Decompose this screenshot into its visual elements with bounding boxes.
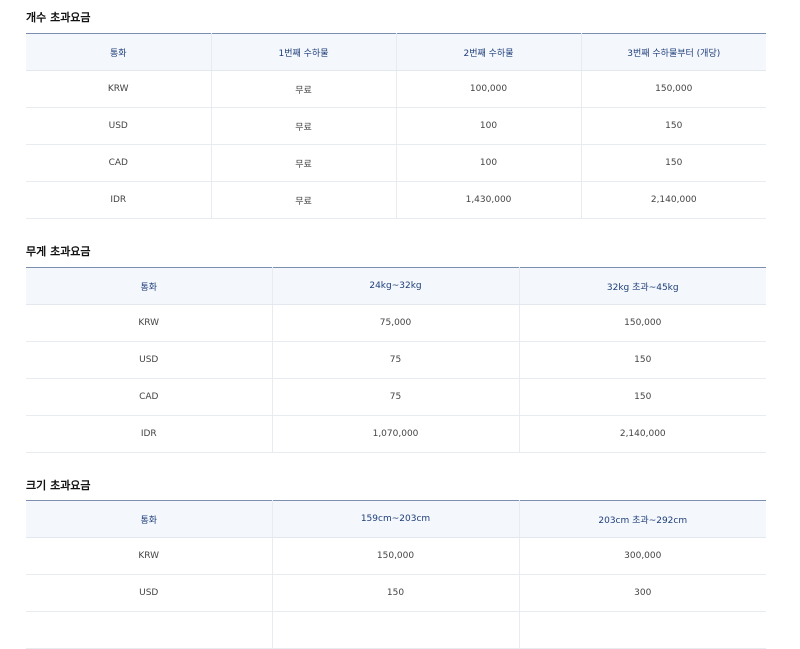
table-header-row: 통화 159cm~203cm 203cm 초과~292cm — [26, 500, 766, 538]
table-row: IDR 무료 1,430,000 2,140,000 — [26, 181, 766, 219]
cell-value: 무료 — [210, 107, 396, 145]
cell-value: 300 — [518, 574, 766, 612]
count-fee-table: 통화 1번째 수하물 2번째 수하물 3번째 수하물부터 (개당) KRW 무료… — [26, 33, 766, 219]
header-third-bag-onward: 3번째 수하물부터 (개당) — [580, 33, 766, 71]
cell-value: 무료 — [210, 144, 396, 182]
cell-value: 100,000 — [395, 70, 581, 108]
cell-value: 2,140,000 — [518, 415, 766, 453]
cell-currency: KRW — [26, 70, 211, 108]
header-second-bag: 2번째 수하물 — [395, 33, 581, 71]
table-header-row: 통화 1번째 수하물 2번째 수하물 3번째 수하물부터 (개당) — [26, 33, 766, 71]
cell-value: 150 — [580, 144, 766, 182]
cell-value: 150 — [518, 378, 766, 416]
size-fee-table: 통화 159cm~203cm 203cm 초과~292cm KRW 150,00… — [26, 500, 766, 649]
header-first-bag: 1번째 수하물 — [210, 33, 396, 71]
table-header-row: 통화 24kg~32kg 32kg 초과~45kg — [26, 267, 766, 305]
cell-value: 75,000 — [271, 304, 519, 342]
header-size-range-2: 203cm 초과~292cm — [518, 500, 766, 538]
cell-value: 150,000 — [271, 537, 519, 575]
table-row: USD 150 300 — [26, 574, 766, 612]
header-currency: 통화 — [26, 267, 272, 305]
header-weight-range-2: 32kg 초과~45kg — [518, 267, 766, 305]
cell-value: 300,000 — [518, 537, 766, 575]
cell-currency: KRW — [26, 304, 272, 342]
cell-value: 2,140,000 — [580, 181, 766, 219]
cell-value — [518, 611, 766, 649]
cell-value: 150 — [271, 574, 519, 612]
cell-currency: CAD — [26, 144, 211, 182]
table-row: USD 75 150 — [26, 341, 766, 379]
weight-fee-table: 통화 24kg~32kg 32kg 초과~45kg KRW 75,000 150… — [26, 267, 766, 453]
header-currency: 통화 — [26, 500, 272, 538]
table-row: USD 무료 100 150 — [26, 107, 766, 145]
cell-currency: USD — [26, 107, 211, 145]
cell-value — [271, 611, 519, 649]
table-row — [26, 611, 766, 649]
cell-value: 150 — [580, 107, 766, 145]
cell-currency: CAD — [26, 378, 272, 416]
table-row: IDR 1,070,000 2,140,000 — [26, 415, 766, 453]
cell-currency: IDR — [26, 181, 211, 219]
header-size-range-1: 159cm~203cm — [271, 500, 519, 538]
size-fee-title: 크기 초과요금 — [26, 479, 91, 492]
table-row: KRW 150,000 300,000 — [26, 537, 766, 575]
cell-value: 150,000 — [580, 70, 766, 108]
header-weight-range-1: 24kg~32kg — [271, 267, 519, 305]
cell-value: 75 — [271, 341, 519, 379]
cell-currency: IDR — [26, 415, 272, 453]
cell-currency — [26, 611, 272, 649]
page: 개수 초과요금 통화 1번째 수하물 2번째 수하물 3번째 수하물부터 (개당… — [0, 0, 800, 649]
weight-fee-title: 무게 초과요금 — [26, 245, 91, 258]
cell-value: 무료 — [210, 70, 396, 108]
cell-value: 무료 — [210, 181, 396, 219]
cell-value: 150,000 — [518, 304, 766, 342]
cell-currency: USD — [26, 341, 272, 379]
table-row: CAD 무료 100 150 — [26, 144, 766, 182]
cell-value: 100 — [395, 144, 581, 182]
cell-currency: KRW — [26, 537, 272, 575]
cell-currency: USD — [26, 574, 272, 612]
table-row: KRW 무료 100,000 150,000 — [26, 70, 766, 108]
cell-value: 75 — [271, 378, 519, 416]
header-currency: 통화 — [26, 33, 211, 71]
cell-value: 150 — [518, 341, 766, 379]
cell-value: 100 — [395, 107, 581, 145]
cell-value: 1,070,000 — [271, 415, 519, 453]
cell-value: 1,430,000 — [395, 181, 581, 219]
table-row: KRW 75,000 150,000 — [26, 304, 766, 342]
count-fee-title: 개수 초과요금 — [26, 11, 91, 24]
table-row: CAD 75 150 — [26, 378, 766, 416]
